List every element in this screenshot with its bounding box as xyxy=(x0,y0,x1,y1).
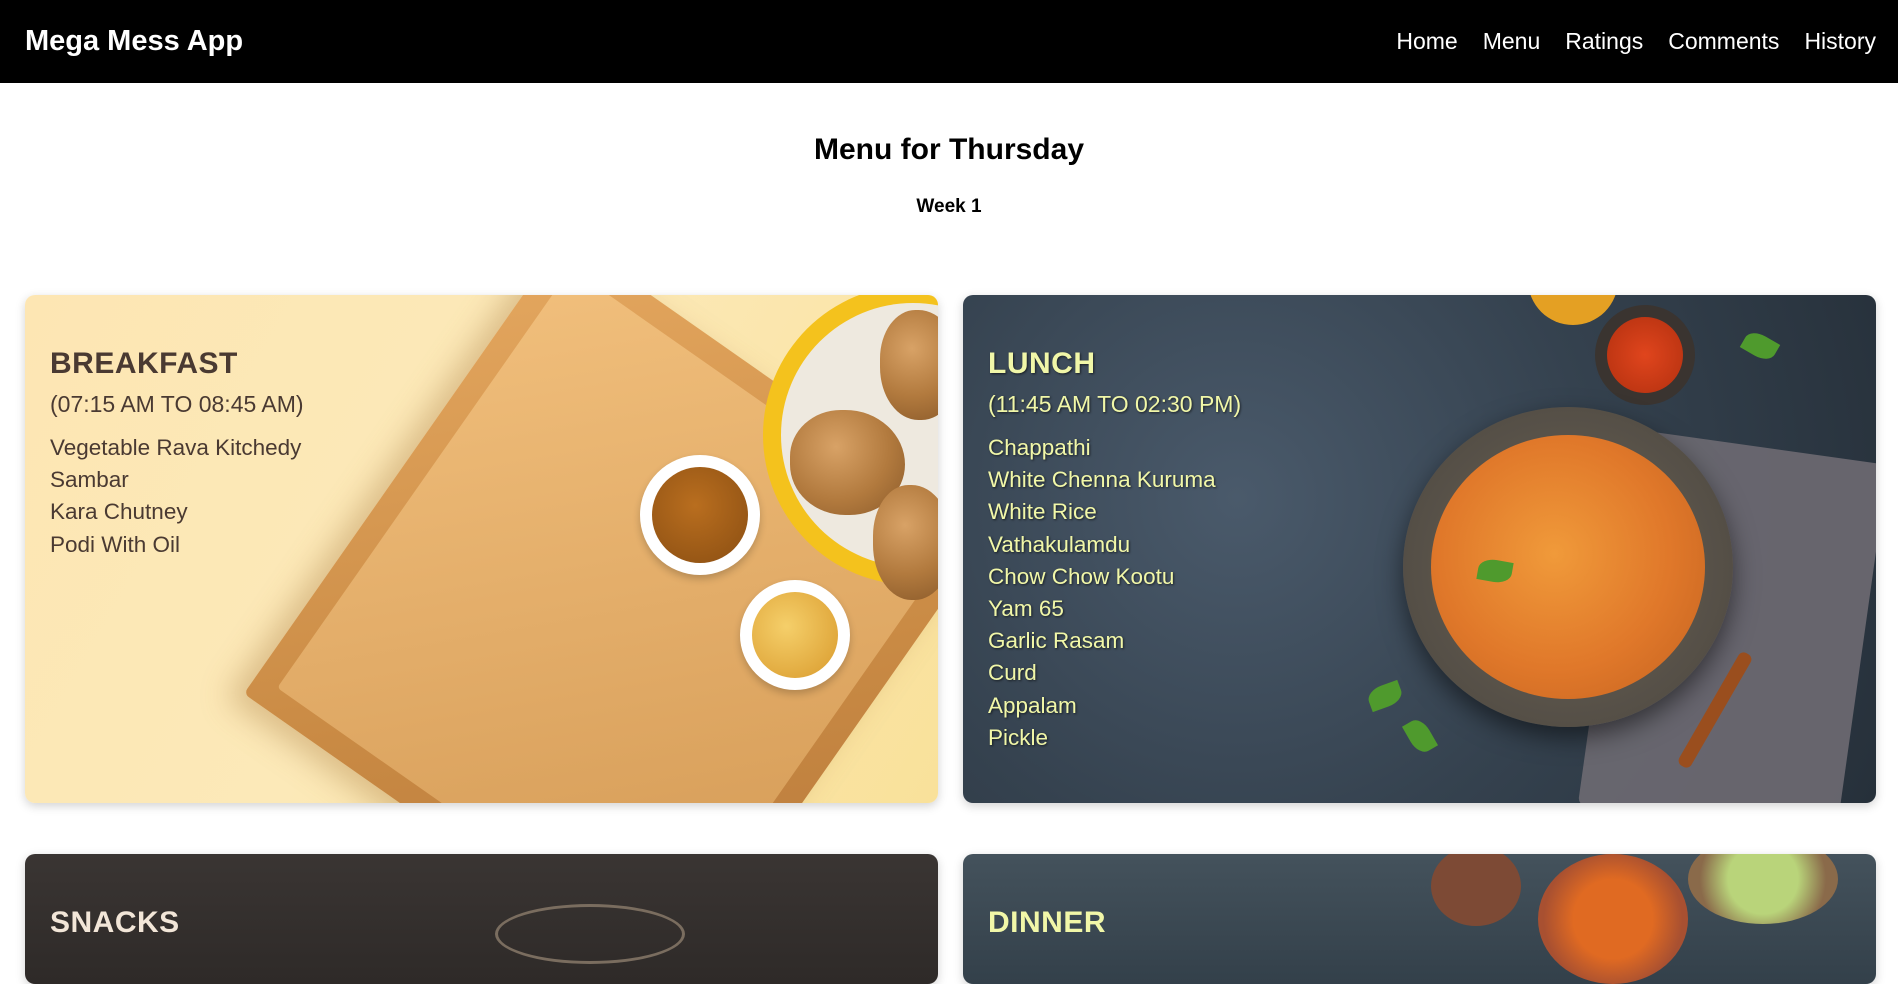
lunch-time: (11:45 AM TO 02:30 PM) xyxy=(988,391,1242,417)
list-item: Pickle xyxy=(988,724,1049,750)
lentil-bowl-image xyxy=(1431,854,1521,926)
breakfast-title: BREAKFAST xyxy=(50,347,238,380)
lunch-card: LUNCH (11:45 AM TO 02:30 PM) Chappathi W… xyxy=(963,295,1876,803)
list-item: Chow Chow Kootu xyxy=(988,563,1175,589)
nav-links: Home Menu Ratings Comments History xyxy=(1371,28,1876,55)
list-item: Appalam xyxy=(988,692,1077,718)
list-item: Curd xyxy=(988,660,1037,686)
tea-cup-image xyxy=(640,455,760,575)
lunch-items: Chappathi White Chenna Kuruma White Rice… xyxy=(988,432,1241,754)
nav-ratings-link[interactable]: Ratings xyxy=(1565,28,1643,55)
week-label: Week 1 xyxy=(916,196,982,217)
top-navbar: Mega Mess App Home Menu Ratings Comments… xyxy=(0,0,1898,83)
cornflakes-bowl-image xyxy=(740,580,850,690)
list-item: Chappathi xyxy=(988,435,1091,460)
list-item: Garlic Rasam xyxy=(988,628,1125,654)
turmeric-bowl-image xyxy=(1528,295,1618,325)
breakfast-content: BREAKFAST (07:15 AM TO 08:45 AM) Vegetab… xyxy=(50,347,304,561)
list-item: Vathakulamdu xyxy=(988,531,1131,557)
lunch-title: LUNCH xyxy=(988,347,1096,380)
chutney-bowl-image xyxy=(1688,854,1838,924)
biryani-bowl-image xyxy=(1403,407,1733,727)
curry-bowl-image xyxy=(1538,854,1688,984)
leaf-image xyxy=(1365,679,1405,713)
snacks-card: SNACKS xyxy=(25,854,938,984)
leaf-image xyxy=(1739,327,1781,365)
dinner-card: DINNER xyxy=(963,854,1876,984)
nav-home-link[interactable]: Home xyxy=(1396,28,1457,55)
app-brand[interactable]: Mega Mess App xyxy=(25,25,243,58)
breakfast-card: BREAKFAST (07:15 AM TO 08:45 AM) Vegetab… xyxy=(25,295,938,803)
breakfast-time: (07:15 AM TO 08:45 AM) xyxy=(50,391,304,417)
glass-image xyxy=(495,904,685,964)
nav-comments-link[interactable]: Comments xyxy=(1668,28,1779,55)
list-item: Sambar xyxy=(50,467,129,493)
list-item: White Chenna Kuruma xyxy=(988,467,1216,493)
leaf-image xyxy=(1401,715,1439,757)
page-title: Menu for Thursday xyxy=(813,133,1084,166)
lunch-content: LUNCH (11:45 AM TO 02:30 PM) Chappathi W… xyxy=(988,347,1241,754)
list-item: Podi With Oil xyxy=(50,531,181,557)
list-item: Yam 65 xyxy=(988,596,1064,622)
list-item: Vegetable Rava Kitchedy xyxy=(50,435,302,460)
chili-bowl-image xyxy=(1595,305,1695,405)
breakfast-items: Vegetable Rava Kitchedy Sambar Kara Chut… xyxy=(50,432,304,561)
list-item: White Rice xyxy=(988,499,1097,525)
nav-history-link[interactable]: History xyxy=(1804,28,1876,55)
list-item: Kara Chutney xyxy=(50,499,188,525)
nav-menu-link[interactable]: Menu xyxy=(1483,28,1541,55)
bun-image xyxy=(873,485,938,600)
